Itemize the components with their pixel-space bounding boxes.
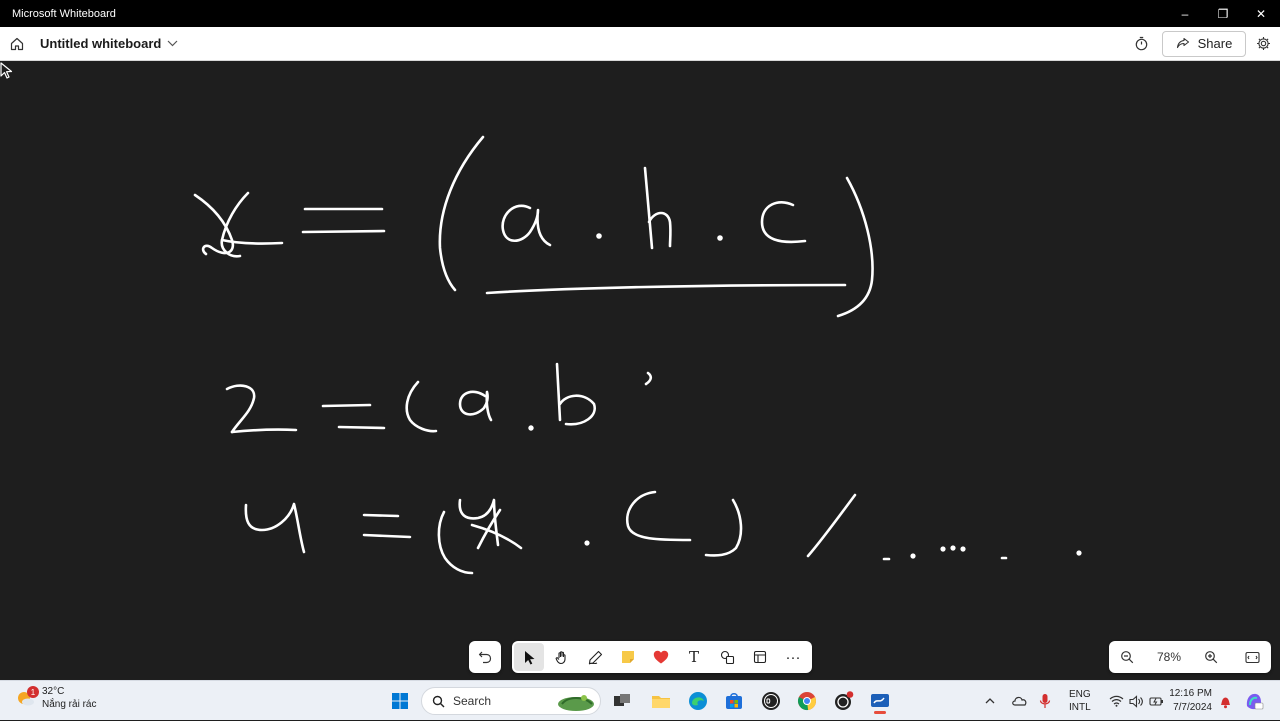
pen-icon bbox=[588, 650, 602, 664]
hand-icon bbox=[555, 650, 566, 664]
timer-button[interactable] bbox=[1126, 29, 1156, 59]
edge-icon bbox=[689, 692, 707, 710]
weather-widget[interactable]: 1 32°C Nắng rải rác bbox=[14, 685, 96, 711]
taskbar-app-whiteboard[interactable] bbox=[866, 687, 894, 715]
gear-icon bbox=[1256, 37, 1270, 50]
restore-button[interactable]: ❐ bbox=[1204, 0, 1242, 27]
task-view-icon bbox=[614, 694, 630, 706]
system-tray: ENG INTL bbox=[983, 681, 1164, 721]
taskbar-app-dell[interactable] bbox=[757, 687, 785, 715]
chevron-down-icon[interactable] bbox=[167, 40, 178, 47]
zoom-level[interactable]: 78% bbox=[1157, 650, 1181, 664]
language-top: ENG bbox=[1069, 689, 1091, 700]
taskbar-app-store[interactable] bbox=[720, 687, 748, 715]
board-title[interactable]: Untitled whiteboard bbox=[40, 36, 161, 51]
taskbar-app-obs[interactable] bbox=[830, 687, 858, 715]
share-label: Share bbox=[1197, 36, 1233, 51]
search-highlight-image-icon bbox=[558, 695, 594, 711]
weather-notification-badge: 1 bbox=[27, 686, 39, 698]
sticky-note-icon bbox=[622, 651, 634, 663]
weather-temperature: 32°C bbox=[42, 686, 65, 697]
fit-screen-icon bbox=[1245, 651, 1261, 663]
heart-icon bbox=[653, 650, 669, 664]
search-placeholder: Search bbox=[453, 694, 492, 708]
wifi-icon[interactable] bbox=[1109, 695, 1124, 707]
bell-icon bbox=[1220, 697, 1230, 708]
taskbar-search[interactable]: Search bbox=[421, 687, 601, 715]
reactions-tool[interactable] bbox=[646, 643, 676, 671]
text-tool[interactable]: T bbox=[679, 643, 709, 671]
search-icon bbox=[432, 695, 445, 707]
undo-icon bbox=[478, 651, 492, 664]
weather-description: Nắng rải rác bbox=[42, 699, 97, 710]
more-tools-button[interactable]: ··· bbox=[778, 643, 808, 671]
ink-layer[interactable] bbox=[0, 62, 1280, 679]
ink-line-1[interactable] bbox=[193, 135, 874, 318]
mouse-cursor-icon bbox=[0, 62, 13, 79]
bottom-toolbar: T ··· bbox=[512, 641, 812, 673]
zoom-out-button[interactable] bbox=[1115, 645, 1139, 669]
fit-to-screen-button[interactable] bbox=[1241, 645, 1265, 669]
language-indicator[interactable]: ENG INTL bbox=[1069, 688, 1091, 714]
zoom-controls: 78% bbox=[1109, 641, 1271, 673]
volume-icon[interactable] bbox=[1129, 694, 1144, 708]
minimize-button[interactable]: – bbox=[1166, 0, 1204, 27]
share-icon bbox=[1176, 37, 1189, 49]
obs-icon bbox=[835, 691, 854, 710]
system-clock[interactable]: 12:16 PM 7/7/2024 bbox=[1162, 687, 1212, 715]
home-icon bbox=[10, 37, 24, 50]
settings-button[interactable] bbox=[1246, 27, 1280, 61]
share-button[interactable]: Share bbox=[1162, 30, 1246, 57]
language-bottom: INTL bbox=[1069, 702, 1091, 713]
taskbar-app-task-view[interactable] bbox=[608, 687, 636, 715]
taskbar-app-edge[interactable] bbox=[684, 687, 712, 715]
notification-bell-button[interactable] bbox=[1211, 687, 1239, 715]
microphone-icon[interactable] bbox=[1039, 693, 1051, 709]
text-icon: T bbox=[688, 648, 699, 666]
hand-tool[interactable] bbox=[547, 643, 577, 671]
undo-button[interactable] bbox=[469, 641, 501, 673]
copilot-icon bbox=[1246, 693, 1264, 710]
select-tool[interactable] bbox=[514, 643, 544, 671]
pointer-icon bbox=[524, 650, 534, 664]
whiteboard-app-icon bbox=[871, 694, 889, 707]
taskbar-app-chrome[interactable] bbox=[793, 687, 821, 715]
dell-icon bbox=[762, 692, 780, 710]
store-icon bbox=[726, 693, 742, 709]
timer-icon bbox=[1135, 36, 1147, 51]
windows-logo-icon bbox=[392, 693, 408, 709]
taskbar-app-file-explorer[interactable] bbox=[647, 687, 675, 715]
active-app-indicator bbox=[874, 711, 886, 714]
windows-taskbar: 1 32°C Nắng rải rác Search ENG INTL 12:1… bbox=[0, 680, 1280, 720]
chrome-icon bbox=[798, 692, 816, 711]
title-bar: Microsoft Whiteboard – ❐ ✕ bbox=[0, 0, 1280, 27]
folder-icon bbox=[652, 696, 670, 708]
close-button[interactable]: ✕ bbox=[1242, 0, 1280, 27]
ink-line-2[interactable] bbox=[225, 362, 653, 434]
zoom-in-button[interactable] bbox=[1199, 645, 1223, 669]
zoom-in-icon bbox=[1205, 651, 1218, 664]
pen-tool[interactable] bbox=[580, 643, 610, 671]
copilot-button[interactable] bbox=[1240, 687, 1268, 715]
start-button[interactable] bbox=[386, 687, 414, 715]
onedrive-cloud-icon[interactable] bbox=[1011, 694, 1029, 708]
shapes-tool[interactable] bbox=[712, 643, 742, 671]
app-header: Untitled whiteboard Share bbox=[0, 27, 1280, 61]
ink-line-3[interactable] bbox=[244, 490, 1082, 575]
home-button[interactable] bbox=[0, 27, 34, 61]
zoom-out-icon bbox=[1121, 651, 1134, 664]
chevron-up-icon[interactable] bbox=[983, 694, 997, 708]
clock-time: 12:16 PM bbox=[1169, 688, 1212, 699]
clock-date: 7/7/2024 bbox=[1173, 702, 1212, 713]
templates-tool[interactable] bbox=[745, 643, 775, 671]
sticky-note-tool[interactable] bbox=[613, 643, 643, 671]
templates-icon bbox=[753, 650, 767, 664]
app-title: Microsoft Whiteboard bbox=[12, 7, 116, 20]
shapes-icon bbox=[720, 650, 734, 664]
whiteboard-canvas[interactable] bbox=[0, 62, 1280, 679]
more-icon: ··· bbox=[785, 648, 801, 666]
